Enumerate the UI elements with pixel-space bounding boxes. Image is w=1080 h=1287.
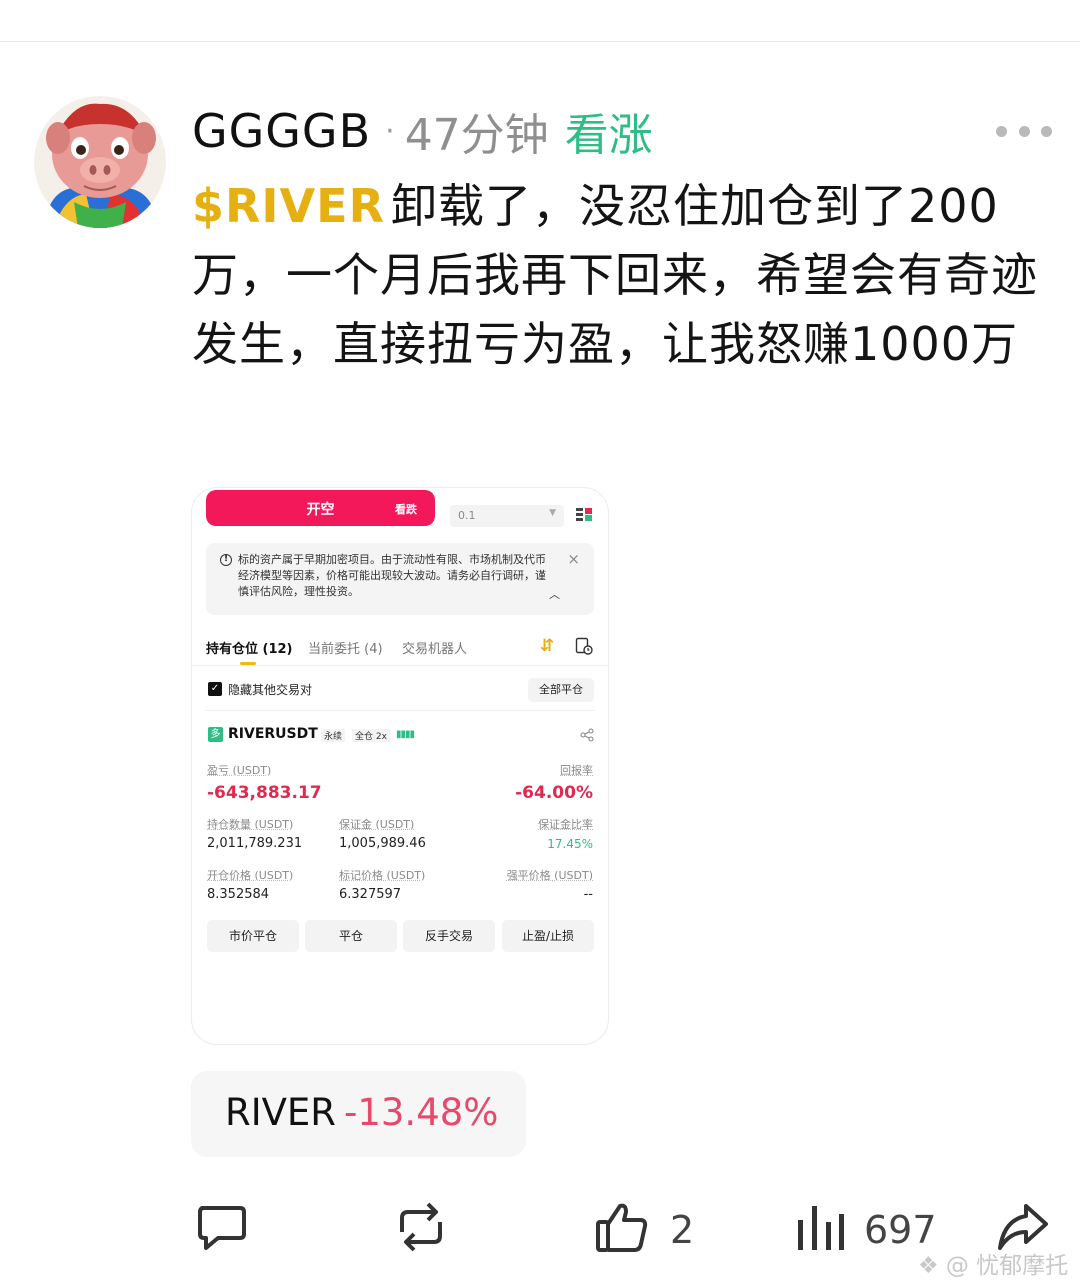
quantity-value: 0.1 [458, 509, 476, 522]
close-all-button: 全部平仓 [528, 678, 594, 702]
hide-pairs-label: 隐藏其他交易对 [228, 683, 313, 697]
post-time: 47分钟 [404, 110, 549, 161]
roe-value: -64.00% [515, 783, 593, 803]
row-divider [206, 710, 594, 711]
hide-pairs-row: ✓ 隐藏其他交易对 全部平仓 [206, 678, 594, 702]
post-header: GGGGB · 47分钟 看涨 [192, 100, 653, 162]
tab-positions: 持有仓位 (12) [206, 642, 293, 657]
comment-icon [198, 1206, 246, 1250]
orderbook-icon [576, 508, 592, 521]
perpetual-tag: 永续 [321, 729, 346, 742]
thumbs-up-icon [596, 1203, 648, 1252]
post-text: $RIVER 卸载了，没忍住加仓到了200万，一个月后我再下回来，希望会有奇迹发生… [192, 172, 1052, 379]
position-tabs: 持有仓位 (12) 当前委托 (4) 交易机器人 ⇵ [206, 636, 594, 666]
margin-label: 保证金 (USDT) [339, 818, 415, 831]
more-options-icon[interactable] [996, 118, 1052, 144]
risk-notice-text: 标的资产属于早期加密项目。由于流动性有限、市场机制及代币经济模型等因素，价格可能… [238, 553, 546, 598]
tp-sl-button: 止盈/止损 [502, 920, 594, 952]
liq-price-label: 强平价格 (USDT) [506, 869, 593, 882]
margin-ratio-label: 保证金比率 [538, 818, 593, 831]
username[interactable]: GGGGB [192, 104, 371, 158]
close-icon: × [567, 550, 580, 568]
views-icon [798, 1206, 844, 1250]
tab-open-orders: 当前委托 (4) [308, 642, 383, 657]
position-header: 多 RIVERUSDT 永续 全仓 2x ▮▮▮▮ [206, 726, 594, 746]
size-value: 2,011,789.231 [207, 836, 303, 851]
like-count: 2 [670, 1208, 695, 1252]
ticker-link[interactable]: $RIVER [192, 179, 385, 233]
risk-notice: ! 标的资产属于早期加密项目。由于流动性有限、市场机制及代币经济模型等因素，价格… [206, 543, 594, 615]
repost-icon [400, 1202, 442, 1252]
liq-price-value: -- [583, 887, 593, 902]
roe-label: 回报率 [560, 764, 593, 777]
watermark-text: 忧郁摩托 [976, 1253, 1069, 1279]
comment-button[interactable] [196, 1200, 248, 1260]
like-button[interactable]: 2 [594, 1200, 714, 1260]
chevron-down-icon: ▼ [549, 508, 556, 518]
tabs-divider [192, 665, 608, 666]
long-tag: 多 [208, 727, 223, 742]
history-icon [575, 637, 593, 655]
share-icon [580, 728, 594, 742]
watermark-logo-icon: ❖ @ [918, 1253, 977, 1279]
mark-price-value: 6.327597 [339, 887, 402, 902]
reverse-button: 反手交易 [403, 920, 495, 952]
market-close-button: 市价平仓 [207, 920, 299, 952]
bearish-label: 看跌 [395, 503, 417, 516]
margin-value: 1,005,989.46 [339, 836, 426, 851]
mark-price-label: 标记价格 (USDT) [339, 869, 426, 882]
entry-price-value: 8.352584 [207, 887, 270, 902]
top-divider [0, 41, 1080, 42]
close-button: 平仓 [305, 920, 397, 952]
views-button[interactable]: 697 [796, 1200, 937, 1260]
quantity-select: 0.1 ▼ [450, 505, 564, 527]
tab-trading-bots: 交易机器人 [402, 642, 468, 657]
margin-ratio-value: 17.45% [547, 837, 593, 851]
margin-mode-tag: 全仓 2x [352, 729, 390, 742]
separator-dot: · [385, 113, 395, 149]
info-icon: ! [220, 554, 232, 566]
sentiment-tag: 看涨 [564, 110, 653, 161]
hide-pairs-checkbox: ✓ [208, 682, 222, 696]
token-name: RIVER [225, 1091, 337, 1134]
chevron-up-icon: ︿ [549, 588, 560, 601]
size-label: 持仓数量 (USDT) [207, 818, 294, 831]
token-change: -13.48% [344, 1091, 499, 1134]
avatar[interactable] [34, 96, 166, 228]
open-short-button: 开空 看跌 [206, 490, 435, 526]
trade-screenshot[interactable]: 开空 看跌 0.1 ▼ ! 标的资产属于早期加密项目。由于流动性有限、市场机制及… [191, 487, 609, 1045]
pnl-label: 盈亏 (USDT) [207, 764, 272, 777]
pair-name: RIVERUSDT [228, 726, 318, 742]
token-chip[interactable]: RIVER -13.48% [191, 1071, 526, 1157]
adl-indicator-icon: ▮▮▮▮ [396, 729, 415, 740]
sort-icon: ⇵ [540, 636, 555, 656]
entry-price-label: 开仓价格 (USDT) [207, 869, 294, 882]
pnl-value: -643,883.17 [207, 783, 322, 803]
repost-button[interactable] [392, 1200, 450, 1260]
avatar-image [34, 96, 166, 228]
watermark: ❖ @ 忧郁摩托 [918, 1246, 1068, 1280]
